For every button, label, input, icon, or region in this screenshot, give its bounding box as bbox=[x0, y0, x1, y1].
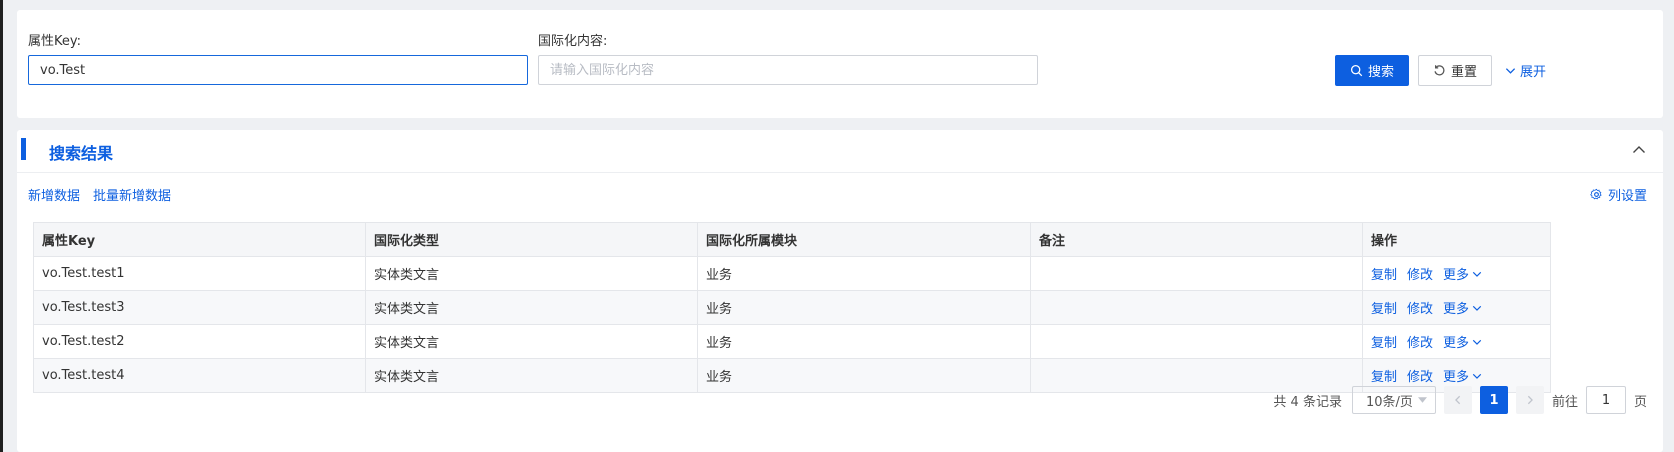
column-header-type: 国际化类型 bbox=[365, 222, 698, 257]
reset-icon bbox=[1434, 65, 1445, 76]
more-label: 更多 bbox=[1443, 336, 1470, 351]
cell-key: vo.Test.test3 bbox=[33, 290, 366, 325]
cell-module: 业务 bbox=[697, 256, 1031, 291]
cell-actions: 复制 修改 更多 bbox=[1362, 324, 1551, 359]
cell-type: 实体类文言 bbox=[365, 358, 698, 393]
page-size-value: 10条/页 bbox=[1365, 394, 1413, 410]
cell-module: 业务 bbox=[697, 290, 1031, 325]
table-row: vo.Test.test1 实体类文言 业务 复制 修改 更多 bbox=[33, 256, 1551, 291]
column-settings-button[interactable]: 列设置 bbox=[1590, 185, 1647, 204]
add-data-link[interactable]: 新增数据 bbox=[28, 185, 80, 204]
accent-bar bbox=[21, 138, 26, 160]
goto-label: 前往 bbox=[1551, 394, 1578, 410]
cell-actions: 复制 修改 更多 bbox=[1362, 256, 1551, 291]
cell-key: vo.Test.test2 bbox=[33, 324, 366, 359]
search-icon bbox=[1350, 64, 1363, 77]
table-header-row: 属性Key 国际化类型 国际化所属模块 备注 操作 bbox=[33, 222, 1551, 257]
cell-module: 业务 bbox=[697, 324, 1031, 359]
results-panel: 搜索结果 新增数据 批量新增数据 列设置 属性Key 国际化类型 国际化所属模块… bbox=[17, 130, 1663, 452]
chevron-down-icon bbox=[1472, 339, 1482, 345]
table-row: vo.Test.test3 实体类文言 业务 复制 修改 更多 bbox=[33, 290, 1551, 325]
more-dropdown[interactable]: 更多 bbox=[1443, 298, 1482, 317]
cell-remark bbox=[1030, 324, 1363, 359]
chevron-right-icon bbox=[1527, 395, 1533, 405]
gear-icon bbox=[1590, 188, 1602, 200]
cell-type: 实体类文言 bbox=[365, 290, 698, 325]
caret-down-icon bbox=[1417, 397, 1427, 403]
content-field-label: 国际化内容: bbox=[538, 34, 608, 49]
page: 属性Key: 国际化内容: 搜索 重置 展开 搜索结果 新增数据 批量新增数据 … bbox=[3, 0, 1674, 452]
chevron-left-icon bbox=[1455, 395, 1461, 405]
more-label: 更多 bbox=[1443, 268, 1470, 283]
column-settings-label: 列设置 bbox=[1607, 189, 1647, 204]
table-row: vo.Test.test2 实体类文言 业务 复制 修改 更多 bbox=[33, 324, 1551, 359]
edit-link[interactable]: 修改 bbox=[1407, 302, 1433, 317]
expand-button[interactable]: 展开 bbox=[1505, 55, 1546, 86]
results-title: 搜索结果 bbox=[49, 144, 114, 163]
page-number-button[interactable]: 1 bbox=[1479, 386, 1508, 414]
key-field-label: 属性Key: bbox=[28, 34, 82, 49]
cell-remark bbox=[1030, 290, 1363, 325]
key-input[interactable] bbox=[28, 55, 528, 85]
cell-key: vo.Test.test1 bbox=[33, 256, 366, 291]
prev-page-button[interactable] bbox=[1443, 386, 1472, 414]
edit-link[interactable]: 修改 bbox=[1407, 336, 1433, 351]
goto-page-input[interactable] bbox=[1585, 386, 1626, 414]
results-header: 搜索结果 bbox=[17, 130, 1663, 173]
cell-actions: 复制 修改 更多 bbox=[1362, 290, 1551, 325]
chevron-up-icon[interactable] bbox=[1631, 142, 1647, 158]
column-header-key: 属性Key bbox=[33, 222, 366, 257]
search-panel: 属性Key: 国际化内容: 搜索 重置 展开 bbox=[17, 10, 1663, 118]
copy-link[interactable]: 复制 bbox=[1371, 336, 1397, 351]
total-count: 共 4 条记录 bbox=[1273, 394, 1342, 410]
content-input[interactable] bbox=[538, 55, 1038, 85]
chevron-down-icon bbox=[1472, 271, 1482, 277]
cell-remark bbox=[1030, 256, 1363, 291]
column-header-remark: 备注 bbox=[1030, 222, 1363, 257]
more-label: 更多 bbox=[1443, 302, 1470, 317]
copy-link[interactable]: 复制 bbox=[1371, 268, 1397, 283]
more-dropdown[interactable]: 更多 bbox=[1443, 332, 1482, 351]
pagination: 共 4 条记录 10条/页 1 前往 页 bbox=[1273, 386, 1647, 414]
more-dropdown[interactable]: 更多 bbox=[1443, 366, 1482, 385]
copy-link[interactable]: 复制 bbox=[1371, 370, 1397, 385]
edit-link[interactable]: 修改 bbox=[1407, 268, 1433, 283]
cell-type: 实体类文言 bbox=[365, 256, 698, 291]
more-dropdown[interactable]: 更多 bbox=[1443, 264, 1482, 283]
copy-link[interactable]: 复制 bbox=[1371, 302, 1397, 317]
batch-add-data-link[interactable]: 批量新增数据 bbox=[93, 185, 171, 204]
edit-link[interactable]: 修改 bbox=[1407, 370, 1433, 385]
search-button[interactable]: 搜索 bbox=[1335, 55, 1409, 86]
page-size-select[interactable]: 10条/页 bbox=[1351, 386, 1436, 414]
results-table: 属性Key 国际化类型 国际化所属模块 备注 操作 vo.Test.test1 … bbox=[33, 222, 1551, 393]
cell-key: vo.Test.test4 bbox=[33, 358, 366, 393]
chevron-down-icon bbox=[1505, 68, 1516, 74]
reset-button[interactable]: 重置 bbox=[1418, 55, 1492, 86]
cell-module: 业务 bbox=[697, 358, 1031, 393]
page-suffix: 页 bbox=[1633, 394, 1647, 410]
next-page-button[interactable] bbox=[1515, 386, 1544, 414]
more-label: 更多 bbox=[1443, 370, 1470, 385]
chevron-down-icon bbox=[1472, 305, 1482, 311]
cell-type: 实体类文言 bbox=[365, 324, 698, 359]
expand-button-label: 展开 bbox=[1520, 65, 1547, 80]
column-header-actions: 操作 bbox=[1362, 222, 1551, 257]
chevron-down-icon bbox=[1472, 373, 1482, 379]
reset-button-label: 重置 bbox=[1450, 65, 1477, 80]
search-button-label: 搜索 bbox=[1367, 65, 1394, 80]
column-header-module: 国际化所属模块 bbox=[697, 222, 1031, 257]
